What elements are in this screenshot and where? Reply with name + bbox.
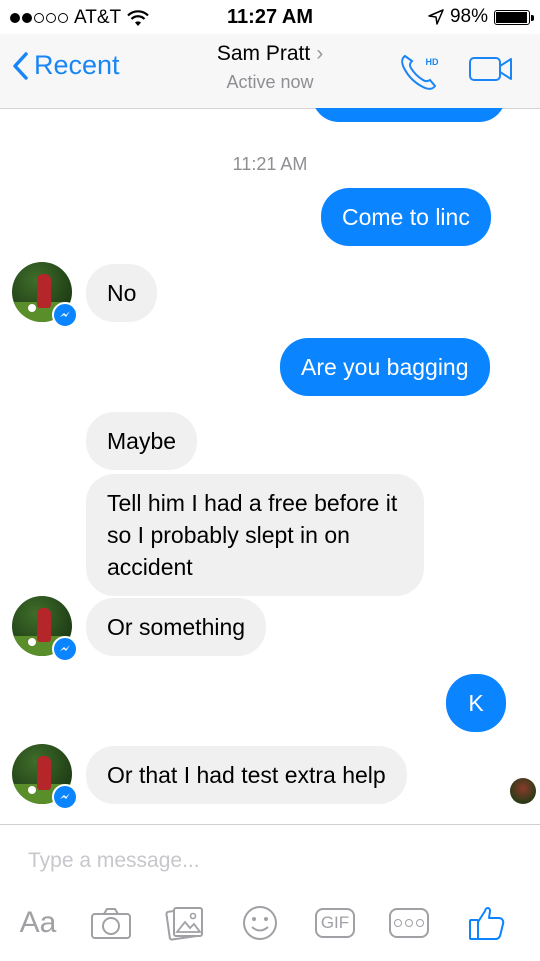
message-bubble-incoming[interactable]: Maybe: [86, 412, 198, 470]
messenger-badge-icon: [52, 302, 78, 328]
text-label: Aa: [19, 906, 57, 939]
more-icon: [389, 908, 429, 938]
read-receipt-avatar: [510, 778, 536, 804]
text-button[interactable]: Aa: [14, 903, 62, 943]
battery-icon: [494, 9, 534, 25]
more-options-button[interactable]: [386, 903, 432, 943]
composer-toolbar: Aa GIF: [0, 903, 540, 953]
messenger-badge-icon: [52, 636, 78, 662]
hd-badge: HD: [426, 57, 439, 67]
status-bar: AT&T 11:27 AM 98%: [0, 0, 540, 34]
message-bubble-incoming[interactable]: Or that I had test extra help: [86, 746, 407, 804]
video-call-button[interactable]: [468, 56, 514, 87]
message-input[interactable]: Type a message...: [28, 849, 200, 873]
message-bubble-incoming[interactable]: No: [86, 264, 158, 322]
message-composer: Type a message... Aa GIF: [0, 824, 540, 961]
location-arrow-icon: [428, 9, 444, 25]
message-bubble-outgoing[interactable]: Come to linc: [321, 188, 491, 246]
chevron-right-icon: ›: [316, 42, 324, 65]
thumbs-up-icon: [469, 907, 505, 940]
message-bubble-incoming[interactable]: Or something: [86, 598, 267, 656]
photo-gallery-button[interactable]: [162, 903, 206, 943]
gif-label: GIF: [320, 913, 350, 932]
phone-icon: HD: [401, 54, 439, 90]
conversation-header: Recent Sam Pratt › Active now HD: [0, 34, 540, 109]
camera-button[interactable]: [88, 903, 134, 943]
photo-icon: [165, 907, 203, 941]
sticker-button[interactable]: [238, 903, 282, 943]
message-bubble-outgoing[interactable]: K: [446, 674, 506, 732]
message-thread[interactable]: 11:21 AM Come to linc No Are you bagging…: [0, 108, 540, 824]
gif-icon: GIF: [315, 908, 355, 938]
battery-percent: 98%: [449, 6, 488, 27]
contact-name: Sam Pratt: [216, 42, 311, 65]
messenger-badge-icon: [52, 784, 78, 810]
video-camera-icon: [469, 57, 512, 81]
message-bubble-outgoing[interactable]: Are you bagging: [280, 338, 490, 396]
gif-button[interactable]: GIF: [312, 903, 358, 943]
voice-call-button[interactable]: HD: [398, 52, 442, 97]
timestamp: 11:21 AM: [232, 154, 308, 174]
contact-status: Active now: [226, 72, 314, 92]
contact-title[interactable]: Sam Pratt › Active now: [0, 42, 540, 93]
previous-message-bubble: [312, 108, 506, 122]
status-right: 98%: [428, 6, 534, 28]
message-bubble-incoming[interactable]: Tell him I had a free before it so I pro…: [86, 474, 424, 596]
like-button[interactable]: [464, 903, 510, 943]
camera-icon: [91, 908, 131, 939]
smiley-icon: [243, 906, 277, 940]
